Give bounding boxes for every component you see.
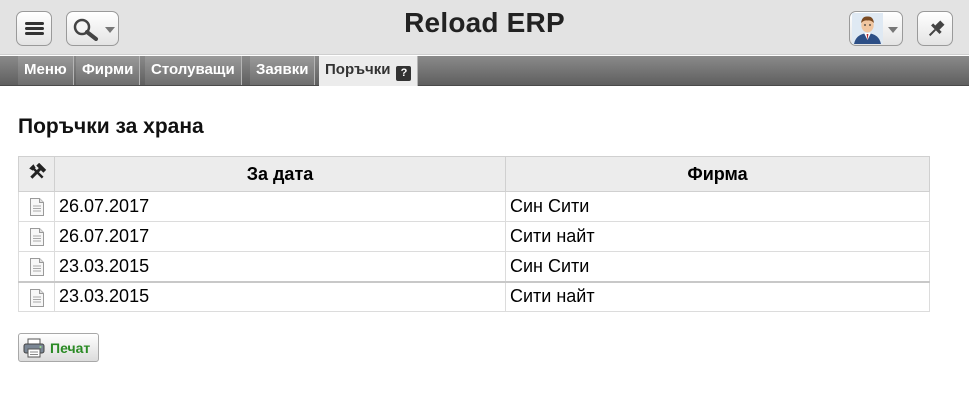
- row-action-cell[interactable]: [18, 191, 55, 222]
- tab-orders[interactable]: Поръчки?: [319, 56, 419, 86]
- table-header-row: За дата Фирма: [18, 156, 930, 192]
- pin-button[interactable]: [917, 11, 953, 46]
- table-row[interactable]: 26.07.2017 Син Сити: [18, 191, 930, 222]
- row-date: 26.07.2017: [54, 221, 506, 252]
- table-row[interactable]: 26.07.2017 Сити найт: [18, 221, 930, 252]
- column-header-company[interactable]: Фирма: [505, 156, 930, 192]
- document-icon[interactable]: [29, 228, 45, 247]
- printer-icon: [23, 338, 45, 358]
- tab-menu[interactable]: Меню: [18, 56, 74, 85]
- tab-requests[interactable]: Заявки: [250, 56, 316, 85]
- tools-header: [18, 156, 55, 192]
- row-action-cell[interactable]: [18, 280, 55, 312]
- table-row[interactable]: 23.03.2015 Сити найт: [18, 280, 930, 312]
- tab-companies[interactable]: Фирми: [76, 56, 141, 85]
- orders-table: За дата Фирма 26.07.2017 Син Сити 26.07.…: [18, 156, 930, 312]
- print-button-label: Печат: [50, 340, 91, 356]
- app-title: Reload ERP: [404, 7, 565, 38]
- tab-orders-label: Поръчки: [325, 61, 391, 78]
- user-avatar-icon: [852, 13, 883, 44]
- row-action-cell[interactable]: [18, 251, 55, 282]
- row-date: 26.07.2017: [54, 191, 506, 222]
- tab-diners[interactable]: Столуващи: [145, 56, 242, 85]
- document-icon[interactable]: [29, 258, 45, 276]
- table-row[interactable]: 23.03.2015 Син Сити: [18, 251, 930, 282]
- row-company: Сити найт: [505, 280, 930, 312]
- row-date: 23.03.2015: [54, 280, 506, 312]
- row-company: Син Сити: [505, 251, 930, 282]
- row-date: 23.03.2015: [54, 251, 506, 282]
- document-icon[interactable]: [29, 288, 45, 307]
- row-company: Син Сити: [505, 191, 930, 222]
- chevron-down-icon: [888, 27, 898, 33]
- column-header-date[interactable]: За дата: [54, 156, 506, 192]
- tools-icon: [28, 162, 46, 179]
- document-icon[interactable]: [29, 198, 45, 217]
- pin-icon: [928, 20, 945, 37]
- page-title: Поръчки за храна: [18, 115, 204, 138]
- tab-bar: Меню Фирми Столуващи Заявки Поръчки?: [0, 56, 969, 86]
- row-company: Сити найт: [505, 221, 930, 252]
- top-bar: Reload ERP: [0, 0, 969, 55]
- help-icon[interactable]: ?: [396, 66, 412, 81]
- print-button[interactable]: Печат: [18, 333, 99, 362]
- user-menu-button[interactable]: [849, 11, 903, 46]
- row-action-cell[interactable]: [18, 221, 55, 252]
